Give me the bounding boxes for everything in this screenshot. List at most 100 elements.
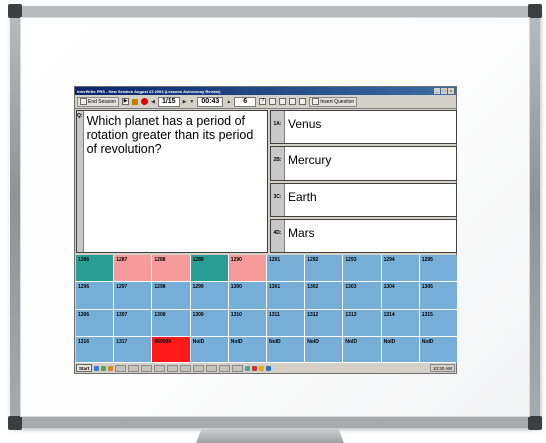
timer-up-icon[interactable]: ▲: [226, 99, 231, 105]
answer-text: Venus: [288, 117, 322, 131]
responder-cell[interactable]: 1293: [343, 255, 381, 282]
end-session-icon: [80, 98, 87, 105]
responder-cell[interactable]: 1317: [114, 336, 152, 363]
responder-cell[interactable]: NoID: [419, 336, 457, 363]
frame-corner: [528, 4, 542, 18]
responder-cell[interactable]: 1289: [190, 255, 228, 282]
volume-icon[interactable]: [252, 365, 258, 371]
responder-cell[interactable]: 1303: [343, 282, 381, 309]
taskbar-window-button[interactable]: [115, 364, 127, 372]
responder-cell[interactable]: NoID: [267, 336, 305, 363]
responder-cell[interactable]: 1291: [267, 255, 305, 282]
answer-tag: 2B:: [271, 147, 285, 180]
security-icon[interactable]: [259, 365, 265, 371]
network-icon[interactable]: [245, 365, 251, 371]
responder-cell[interactable]: NoID: [343, 336, 381, 363]
responder-cell[interactable]: 1313: [343, 309, 381, 336]
timer-display[interactable]: 00:43: [197, 96, 224, 107]
responder-cell[interactable]: 1302: [305, 282, 343, 309]
responder-cell[interactable]: 999999: [152, 336, 190, 363]
responder-cell[interactable]: 1305: [419, 282, 457, 309]
responder-cell[interactable]: 1294: [381, 255, 419, 282]
answer-text: Earth: [288, 189, 317, 204]
responder-cell[interactable]: NoID: [228, 336, 266, 363]
play-icon[interactable]: ▶: [122, 98, 130, 105]
responder-cell[interactable]: 1306: [76, 309, 114, 336]
frame-corner: [528, 416, 542, 430]
answer-option-d[interactable]: 4D: Mars: [270, 218, 457, 253]
responder-cell[interactable]: 1290: [228, 255, 266, 282]
responder-cell[interactable]: NoID: [305, 336, 343, 363]
prev-question-icon[interactable]: ◀: [151, 99, 155, 105]
responder-cell[interactable]: 1292: [305, 255, 343, 282]
responder-cell[interactable]: 1304: [381, 282, 419, 309]
responder-cell[interactable]: 1308: [152, 309, 190, 336]
responder-cell[interactable]: 1309: [190, 309, 228, 336]
responder-cell[interactable]: 1315: [419, 309, 457, 336]
update-icon[interactable]: [266, 365, 272, 371]
responder-cell[interactable]: 1307: [114, 309, 152, 336]
response-grid: 1286 1287 1288 1289 1290 1291 1292 1293 1294 1295…: [76, 255, 457, 363]
taskbar-window-button[interactable]: [193, 364, 205, 372]
answer-tag: 3C:: [271, 183, 285, 216]
close-button[interactable]: x: [448, 88, 454, 94]
responder-cell[interactable]: 1295: [419, 255, 457, 282]
taskbar: Start 10:30 AM: [75, 362, 456, 373]
taskbar-window-button[interactable]: [206, 364, 218, 372]
responder-cell[interactable]: 1296: [76, 282, 114, 309]
frame-corner: [8, 416, 22, 430]
system-clock: 10:30 AM: [429, 364, 455, 372]
help-icon[interactable]: ?: [259, 98, 267, 105]
insert-question-button[interactable]: Insert Question: [309, 96, 358, 107]
responder-cell[interactable]: 1298: [152, 282, 190, 309]
answer-text: Mercury: [288, 153, 332, 168]
grid-icon[interactable]: [279, 98, 287, 105]
responder-cell[interactable]: 1314: [381, 309, 419, 336]
taskbar-window-button[interactable]: [167, 364, 179, 372]
responder-cell[interactable]: 1300: [228, 282, 266, 309]
app-window: InterWrite PRS - New Session August 23 2…: [74, 86, 457, 374]
responder-cell[interactable]: 1299: [190, 282, 228, 309]
responder-cell[interactable]: 1286: [76, 255, 114, 282]
responder-cell[interactable]: NoID: [190, 336, 228, 363]
list-icon[interactable]: [269, 98, 277, 105]
end-session-label: End Session: [88, 98, 117, 105]
chart-icon[interactable]: [289, 98, 297, 105]
frame-corner: [8, 4, 22, 18]
end-session-button[interactable]: End Session: [77, 96, 120, 107]
maximize-button[interactable]: □: [441, 88, 447, 94]
next-question-icon[interactable]: ▶: [183, 99, 187, 105]
taskbar-window-button[interactable]: [128, 364, 140, 372]
answer-option-a[interactable]: 1A: Venus: [270, 110, 457, 145]
responder-cell[interactable]: 1310: [228, 309, 266, 336]
responder-cell[interactable]: 1297: [114, 282, 152, 309]
responder-cell[interactable]: 1316: [76, 336, 114, 363]
answer-option-b[interactable]: 2B: Mercury: [270, 146, 457, 181]
start-label: Start: [79, 365, 90, 371]
media-icon[interactable]: [108, 365, 114, 371]
question-answer-area: Q: Which planet has a period of rotation…: [76, 110, 457, 253]
taskbar-window-button[interactable]: [180, 364, 192, 372]
responder-cell[interactable]: NoID: [381, 336, 419, 363]
responder-cell[interactable]: 1287: [114, 255, 152, 282]
taskbar-window-button[interactable]: [141, 364, 153, 372]
responder-cell[interactable]: 1311: [267, 309, 305, 336]
responder-cell[interactable]: 1301: [267, 282, 305, 309]
answer-tag: 1A:: [271, 111, 285, 144]
desktop-icon[interactable]: [101, 365, 107, 371]
record-icon[interactable]: [141, 98, 149, 105]
toolbar: End Session ▶ ◀ 1/15 ▶ ▼ 00:43 ▲ 6 ? Ins…: [75, 95, 456, 109]
taskbar-window-button[interactable]: [154, 364, 166, 372]
stop-icon[interactable]: [132, 98, 139, 105]
taskbar-window-button[interactable]: [219, 364, 231, 372]
taskbar-window-button[interactable]: [232, 364, 244, 372]
pen-icon[interactable]: [299, 98, 307, 105]
timer-down-icon[interactable]: ▼: [189, 99, 194, 105]
answer-option-c[interactable]: 3C: Earth: [270, 182, 457, 217]
window-title: InterWrite PRS - New Session August 23 2…: [77, 88, 221, 94]
start-button[interactable]: Start: [76, 364, 93, 372]
minimize-button[interactable]: _: [434, 88, 440, 94]
browser-icon[interactable]: [94, 365, 100, 371]
responder-cell[interactable]: 1288: [152, 255, 190, 282]
responder-cell[interactable]: 1312: [305, 309, 343, 336]
